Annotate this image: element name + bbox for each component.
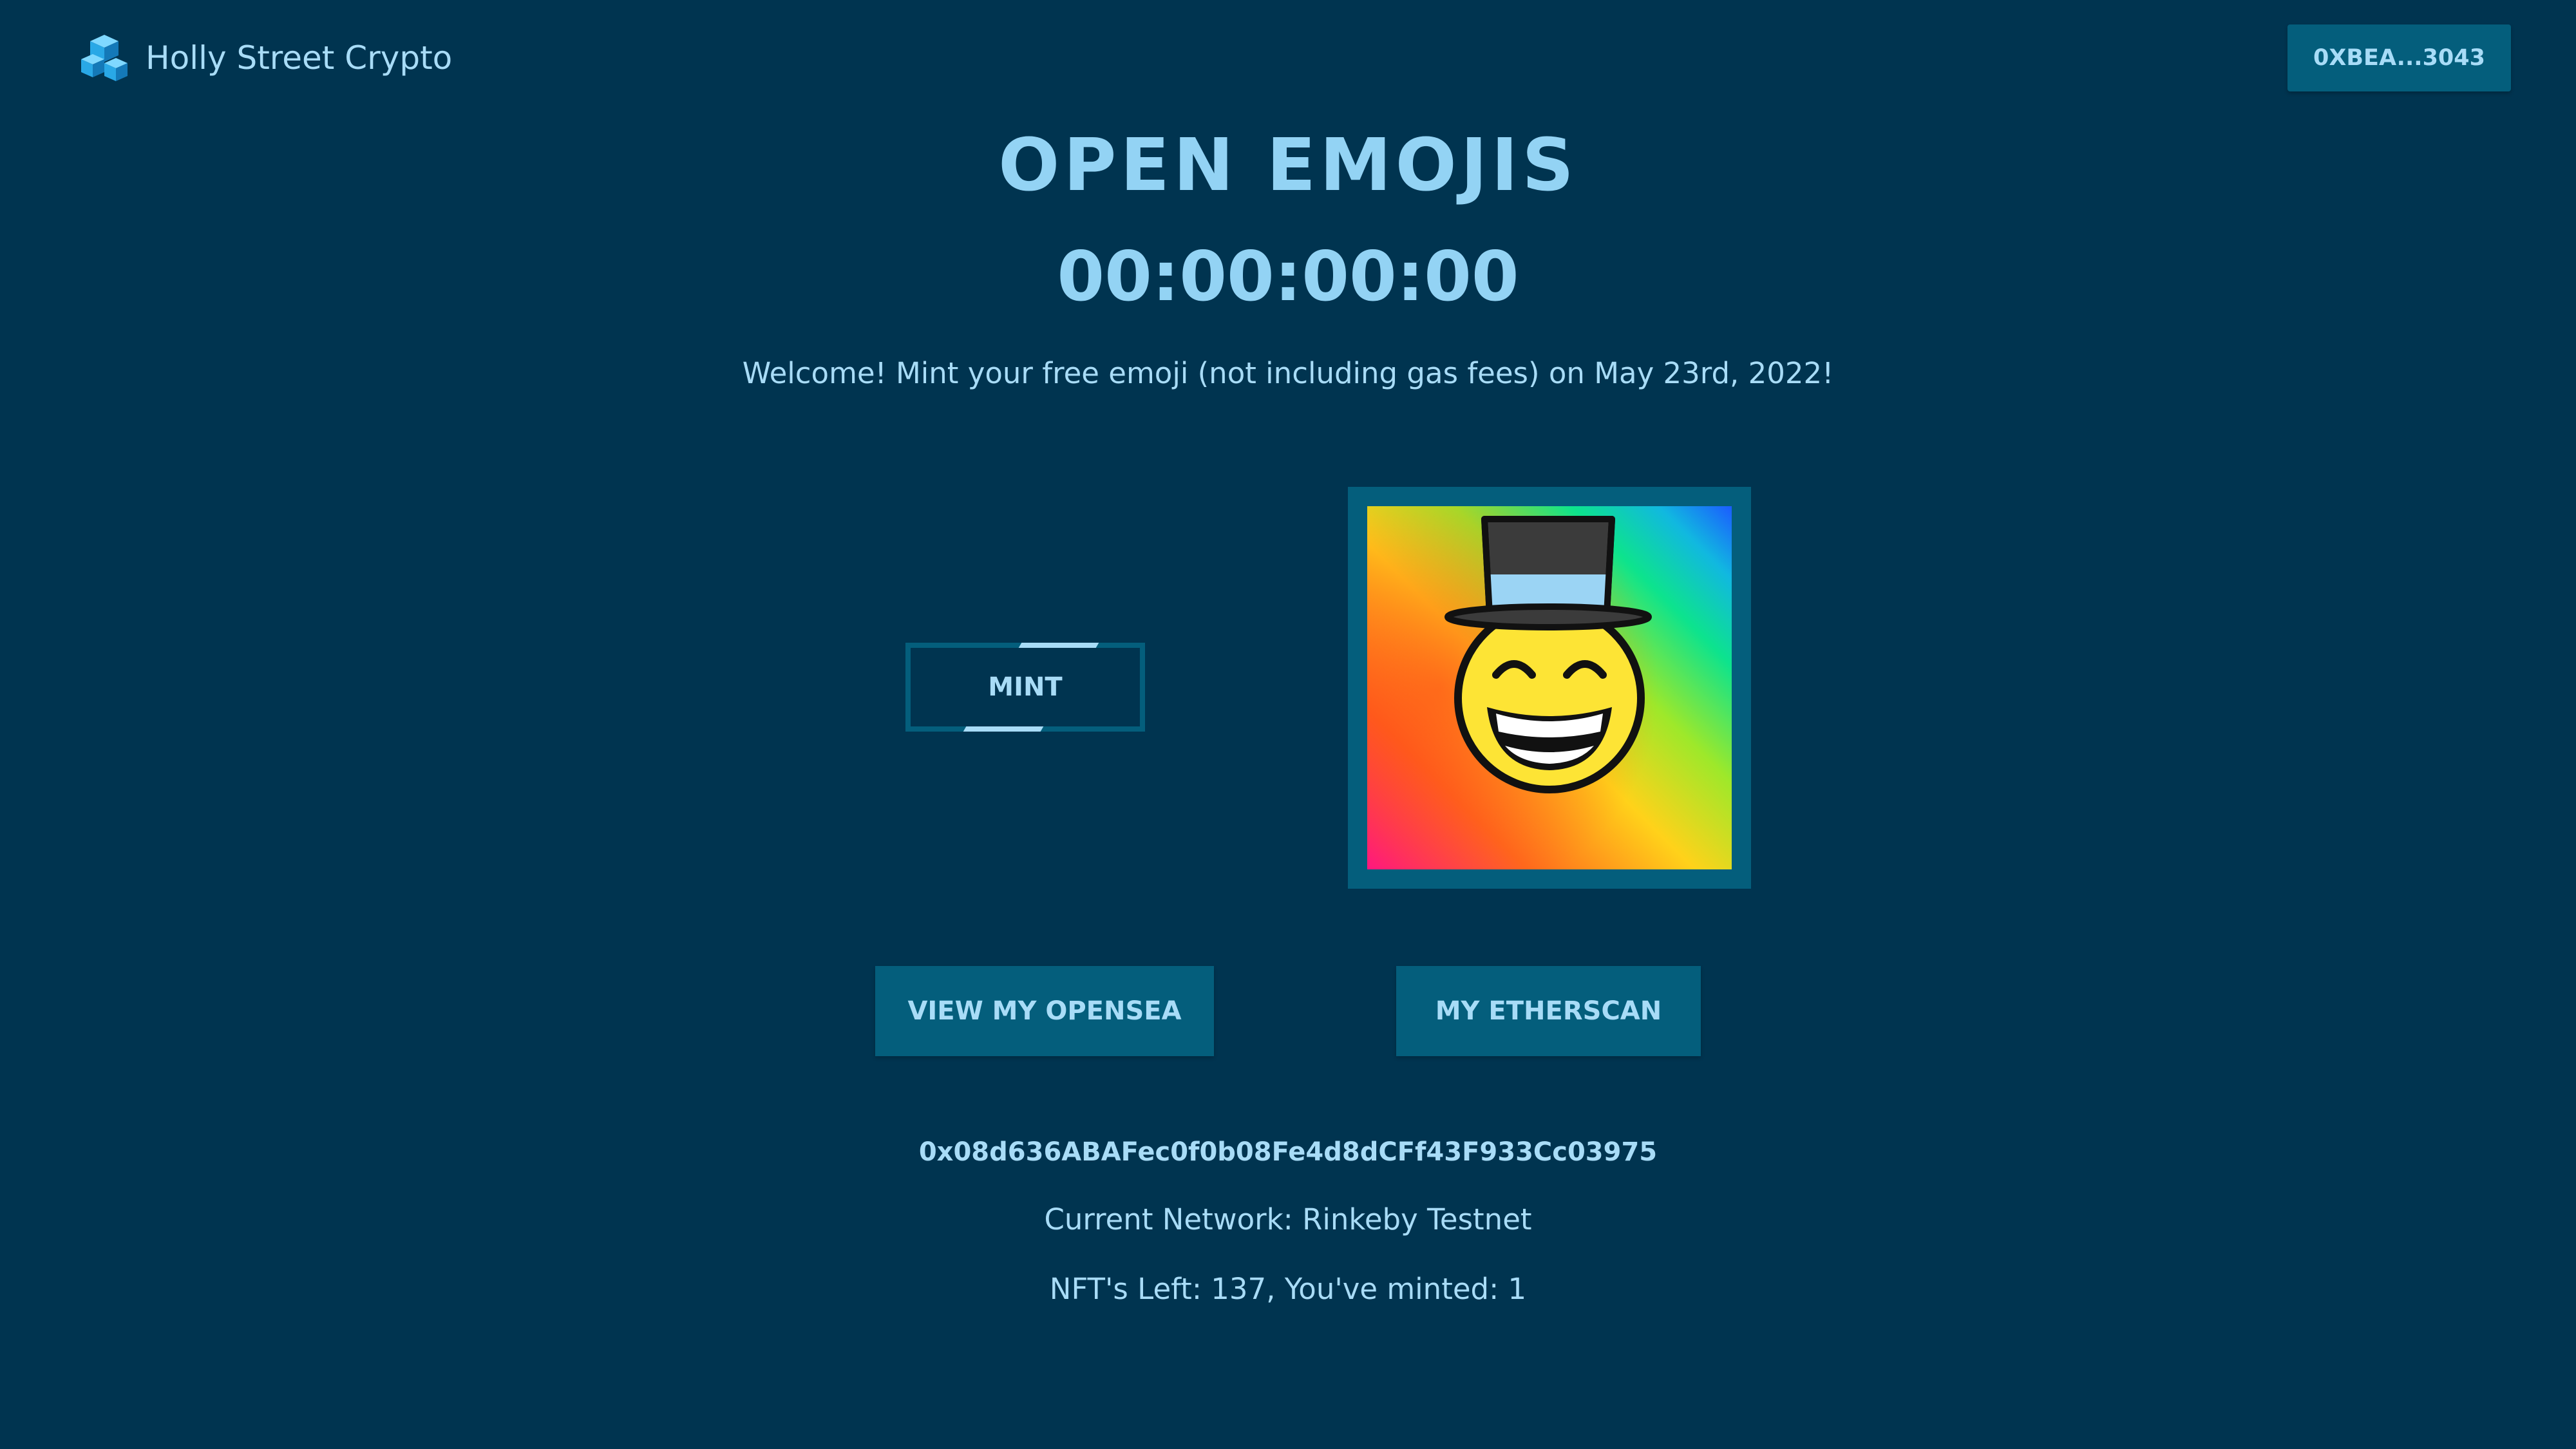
countdown-timer: 00:00:00:00	[1057, 237, 1519, 316]
brand[interactable]: Holly Street Crypto	[79, 32, 452, 84]
wallet-address-button[interactable]: 0XBEA...3043	[2287, 24, 2511, 91]
page-title: OPEN EMOJIS	[998, 124, 1578, 207]
brand-name: Holly Street Crypto	[146, 39, 453, 77]
etherscan-button[interactable]: MY ETHERSCAN	[1396, 966, 1701, 1056]
mint-button[interactable]: MINT	[905, 643, 1145, 732]
nft-preview-frame	[1348, 487, 1751, 889]
top-hat-emoji-image	[1367, 506, 1732, 869]
cubes-logo-icon	[81, 35, 128, 81]
welcome-message: Welcome! Mint your free emoji (not inclu…	[742, 356, 1834, 390]
contract-address[interactable]: 0x08d636ABAFec0f0b08Fe4d8dCFf43F933Cc039…	[0, 1133, 2576, 1171]
mint-label: MINT	[988, 672, 1063, 702]
network-status: Current Network: Rinkeby Testnet	[1044, 1202, 1532, 1236]
mint-accent-top	[1018, 643, 1099, 648]
view-opensea-button[interactable]: VIEW MY OPENSEA	[875, 966, 1214, 1056]
mint-stats: NFT's Left: 137, You've minted: 1	[1049, 1272, 1527, 1306]
mint-accent-bottom	[963, 726, 1044, 732]
